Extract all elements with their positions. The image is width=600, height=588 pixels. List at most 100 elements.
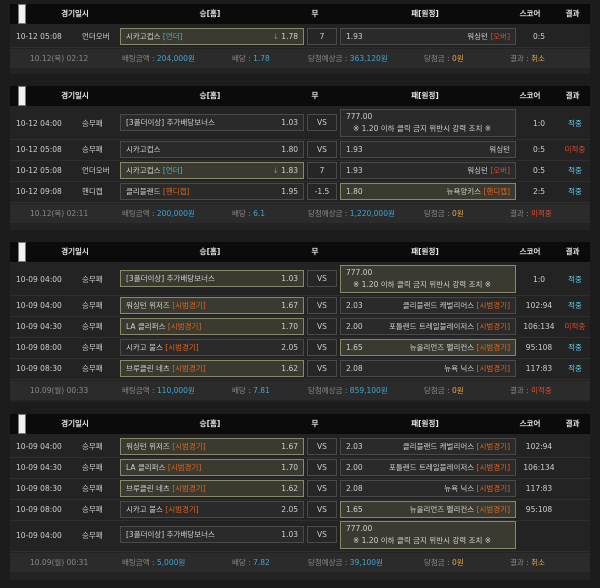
select-all-checkbox[interactable] — [18, 414, 26, 434]
bet-odds: 배당 : 7.82 — [232, 558, 270, 567]
bet-odds-value: 7.82 — [253, 558, 270, 567]
result: 미적중 — [564, 322, 586, 331]
bet-odds-value: 7.81 — [253, 386, 270, 395]
home-odds-value: 2.05 — [281, 505, 298, 514]
bet-type: 승무패 — [82, 301, 103, 310]
slip-result: 결과 : 미적중 — [510, 209, 552, 218]
result — [561, 26, 589, 47]
away-pick[interactable]: 2.03 클리블랜드 캐벌리어스 [시범경기] — [340, 297, 516, 314]
away-pick[interactable]: 1.65 뉴올리언즈 펠리컨스 [시범경기] — [340, 339, 516, 356]
away-pick[interactable]: 2.03 클리블랜드 캐벌리어스 [시범경기] — [340, 438, 516, 455]
home-pick[interactable]: 클리블랜드 [핸디캡] 1.95 — [120, 183, 304, 200]
home-pick[interactable]: [3폴더이상] 추가배당보너스 1.03 — [120, 114, 304, 131]
home-team-name: 워싱턴 위저즈 — [126, 442, 170, 451]
match-time: 10-12 05:08 — [16, 166, 62, 175]
header-draw: 무 — [311, 91, 319, 100]
away-pick[interactable]: 2.08 뉴욕 닉스 [시범경기] — [340, 360, 516, 377]
home-odds-value: 1.80 — [281, 145, 298, 154]
header-result: 결과 — [565, 9, 580, 18]
home-pick[interactable]: LA 클리퍼스 [시범경기] 1.70 — [120, 318, 304, 335]
match-time: 10-09 08:00 — [16, 505, 62, 514]
score: 117:83 — [525, 484, 553, 493]
table-row: 10-12 05:08 승무패 시카고컵스 1.80 VS 1.93 워싱턴 0:5 미적중 — [10, 139, 590, 160]
table-row: 10-09 04:00 승무패 [3폴더이상] 추가배당보너스 1.03 VS 777.0… — [10, 520, 590, 551]
home-odds: 1.70 — [281, 319, 298, 334]
bet-amount-value: 204,000원 — [156, 54, 195, 63]
home-tag: [언더] — [162, 32, 183, 41]
match-time: 10-09 04:00 — [16, 301, 62, 310]
select-all-checkbox[interactable] — [18, 86, 26, 106]
home-odds: 1.03 — [281, 115, 298, 130]
home-pick[interactable]: 브루클린 네츠 [시범경기] 1.62 — [120, 480, 304, 497]
bet-amount: 배팅금액 : 5,000원 — [122, 558, 186, 567]
away-pick[interactable]: 1.65 뉴올리언즈 펠리컨스 [시범경기] — [340, 501, 516, 518]
header-draw: 무 — [311, 247, 319, 256]
result — [561, 478, 589, 499]
expected-win: 당첨예상금 : 363,120원 — [308, 54, 388, 63]
away-pick[interactable]: 2.00 포틀랜드 트레일블레이저스 [시범경기] — [340, 318, 516, 335]
home-pick[interactable]: 워싱턴 위저즈 [시범경기] 1.67 — [120, 297, 304, 314]
home-pick[interactable]: 시카고컵스 [언더] ↓ 1.78 — [120, 28, 304, 45]
away-pick[interactable]: 1.93 워싱턴 [오버] — [340, 162, 516, 179]
home-tag: [시범경기] — [172, 442, 206, 451]
draw-handicap: -1.5 — [307, 183, 337, 200]
away-odds: 1.93 — [346, 145, 363, 154]
away-pick[interactable]: 2.08 뉴욕 닉스 [시범경기] — [340, 480, 516, 497]
away-pick[interactable]: 1.80 뉴욕양키스 [핸디캡] — [340, 183, 516, 200]
bet-amount: 배팅금액 : 200,000원 — [122, 209, 195, 218]
notice-text: ※ 1.20 이하 클릭 금지 위반시 강력 조치 ※ — [353, 280, 492, 289]
won-amount-label: 당첨금 — [424, 558, 445, 567]
home-team-name: LA 클리퍼스 — [126, 322, 166, 331]
away-odds: 2.08 — [346, 484, 363, 493]
table-header: 경기일시 승[홈] 무 패[원정] 스코어 결과 — [10, 242, 590, 262]
select-all-checkbox[interactable] — [18, 242, 26, 262]
header-time: 경기일시 — [61, 419, 89, 428]
won-amount: 당첨금 : 0원 — [424, 558, 464, 567]
away-pick[interactable]: 1.93 워싱턴 [오버] — [340, 28, 516, 45]
away-pick[interactable]: 2.00 포틀랜드 트레일블레이저스 [시범경기] — [340, 459, 516, 476]
home-pick[interactable]: LA 클리퍼스 [시범경기] 1.70 — [120, 459, 304, 476]
bet-type: 언더오버 — [82, 32, 110, 41]
score: 106:134 — [523, 463, 555, 472]
home-odds-value: 1.70 — [281, 463, 298, 472]
home-tag: [언더] — [162, 166, 183, 175]
score: 0:5 — [532, 166, 546, 175]
home-pick[interactable]: 시카고컵스 1.80 — [120, 141, 304, 158]
home-pick[interactable]: [3폴더이상] 추가배당보너스 1.03 — [120, 526, 304, 543]
slip-result-label: 결과 — [510, 209, 524, 218]
away-team-name: 뉴욕 닉스 — [444, 364, 475, 373]
header-score: 스코어 — [519, 9, 541, 18]
slip-summary: 10.12(목) 02:12 배팅금액 : 204,000원 배당 : 1.78 당첨… — [10, 49, 590, 68]
won-amount-value: 0원 — [452, 209, 464, 218]
header-away: 패[원정] — [411, 91, 439, 100]
home-odds-value: 1.62 — [281, 364, 298, 373]
away-team: 클리블랜드 캐벌리어스 [시범경기] — [403, 298, 510, 313]
away-pick[interactable]: 1.93 워싱턴 — [340, 141, 516, 158]
home-pick[interactable]: 시카고 불스 [시범경기] 2.05 — [120, 339, 304, 356]
bet-odds-label: 배당 — [232, 209, 246, 218]
header-home: 승[홈] — [199, 419, 221, 428]
expected-win: 당첨예상금 : 859,100원 — [308, 386, 388, 395]
home-odds-value: 1.03 — [281, 530, 298, 539]
table-header: 경기일시 승[홈] 무 패[원정] 스코어 결과 — [10, 86, 590, 106]
home-team: [3폴더이상] 추가배당보너스 — [126, 527, 215, 542]
bet-type: 승무패 — [82, 364, 103, 373]
away-team: 뉴올리언즈 펠리컨스 [시범경기] — [410, 502, 510, 517]
won-amount-value: 0원 — [452, 54, 464, 63]
home-pick[interactable]: 워싱턴 위저즈 [시범경기] 1.67 — [120, 438, 304, 455]
bet-amount-value: 5,000원 — [156, 558, 186, 567]
score: 95:108 — [525, 505, 553, 514]
select-all-checkbox[interactable] — [18, 4, 26, 24]
away-odds: 1.80 — [346, 187, 363, 196]
home-pick[interactable]: 시카고컵스 [언더] ↓ 1.83 — [120, 162, 304, 179]
home-team: LA 클리퍼스 [시범경기] — [126, 460, 201, 475]
home-pick[interactable]: 시카고 불스 [시범경기] 2.05 — [120, 501, 304, 518]
result: 미적중 — [564, 145, 586, 154]
table-row: 10-09 04:30 승무패 LA 클리퍼스 [시범경기] 1.70 VS 2.00 포틀… — [10, 457, 590, 478]
home-pick[interactable]: 브루클린 네츠 [시범경기] 1.62 — [120, 360, 304, 377]
home-pick[interactable]: [3폴더이상] 추가배당보너스 1.03 — [120, 270, 304, 287]
home-odds-value: 2.05 — [281, 343, 298, 352]
home-odds: 1.95 — [281, 184, 298, 199]
score: 102:94 — [525, 301, 553, 310]
away-team-name: 뉴욕양키스 — [446, 187, 482, 196]
